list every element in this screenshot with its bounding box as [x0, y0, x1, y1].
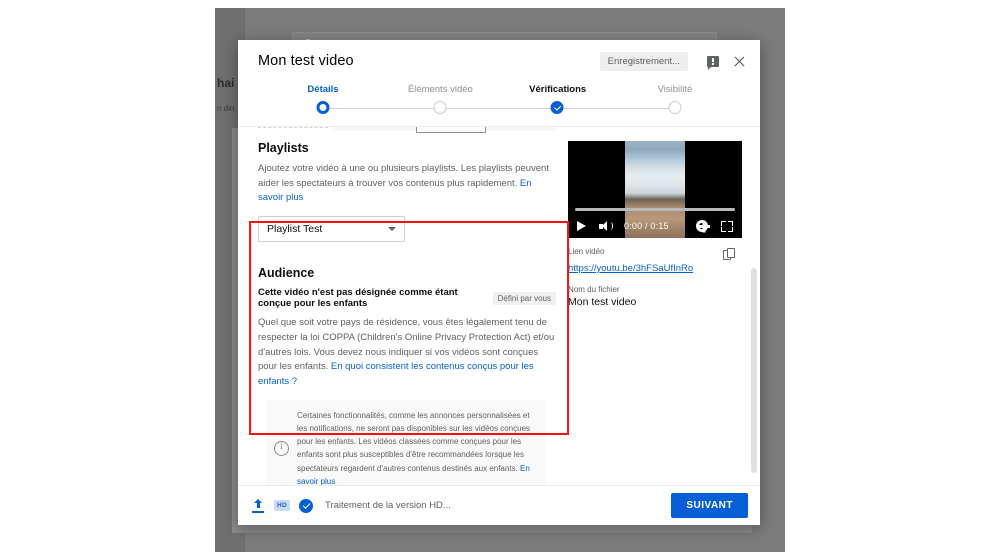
step-label-checks[interactable]: Vérifications [513, 84, 603, 95]
filename-label: Nom du fichier [568, 285, 620, 294]
upload-icon [252, 498, 265, 513]
playlist-select-value: Playlist Test [267, 223, 323, 236]
dialog-header: Mon test video Enregistrement... [238, 40, 760, 82]
playlists-description: Ajoutez votre vidéo à une ou plusieurs p… [258, 162, 556, 206]
video-link-value[interactable]: https://youtu.be/3hFSaUfInRo [568, 263, 693, 274]
audience-section: Audience Cette vidéo n'est pas désignée … [258, 266, 556, 485]
save-status-chip: Enregistrement... [599, 51, 688, 71]
filename-value: Mon test video [568, 296, 637, 308]
video-link-label: Lien vidéo [568, 247, 605, 256]
dialog-body: Playlists Ajoutez votre vidéo à une ou p… [238, 127, 760, 485]
audience-status-badge: Défini par vous [492, 291, 556, 305]
check-circle-icon [299, 498, 313, 513]
dialog-title: Mon test video [258, 53, 354, 69]
video-details-dialog: Mon test video Enregistrement... Détails… [238, 40, 760, 525]
background-sidebar-text-1: hai [217, 76, 235, 90]
stepper-track [316, 101, 682, 115]
feedback-icon [707, 55, 719, 70]
step-dot-checks[interactable] [550, 101, 564, 114]
hd-badge: HD [274, 500, 290, 511]
fullscreen-icon[interactable] [721, 220, 733, 232]
video-time-display: 0:00 / 0:15 [624, 221, 669, 231]
volume-icon[interactable] [599, 220, 613, 232]
chevron-down-icon [388, 227, 396, 232]
screenshot-root: hai n din Rechercher sur votre chaîne Mo… [0, 0, 1000, 560]
audience-title: Audience [258, 266, 315, 281]
playlists-title: Playlists [258, 141, 309, 155]
video-progress-bar[interactable] [575, 208, 735, 211]
video-meta-block: Lien vidéo https://youtu.be/3hFSaUfInRo … [568, 238, 742, 318]
next-button[interactable]: SUIVANT [671, 493, 748, 518]
audience-note-text: Certaines fonctionnalités, comme les ann… [297, 410, 531, 473]
video-preview-player[interactable]: 0:00 / 0:15 [568, 141, 742, 238]
video-controls: 0:00 / 0:15 [568, 214, 742, 238]
stepper-line [323, 107, 675, 109]
dialog-body-inner: Playlists Ajoutez votre vidéo à une ou p… [238, 127, 760, 485]
step-dot-video-elements[interactable] [433, 101, 447, 114]
dialog-footer: HD Traitement de la version HD... SUIVAN… [238, 485, 760, 525]
audience-info-note: Certaines fonctionnalités, comme les ann… [266, 399, 546, 485]
playlist-select[interactable]: Playlist Test [258, 216, 405, 243]
playlists-description-text: Ajoutez votre vidéo à une ou plusieurs p… [258, 163, 549, 189]
close-icon [733, 55, 746, 68]
step-label-visibility[interactable]: Visibilité [630, 84, 720, 95]
copy-icon[interactable] [723, 248, 736, 262]
audience-legal-text: Quel que soit votre pays de résidence, v… [258, 316, 556, 390]
background-sidebar-text-2: n din [217, 104, 235, 113]
processing-status-text: Traitement de la version HD... [325, 500, 451, 511]
body-scrollbar[interactable] [750, 127, 757, 485]
audience-status-row: Cette vidéo n'est pas désignée comme éta… [258, 287, 556, 309]
audience-note-paragraph: Certaines fonctionnalités, comme les ann… [297, 409, 537, 485]
step-label-details[interactable]: Détails [278, 84, 368, 95]
scrollbar-thumb[interactable] [751, 268, 757, 473]
step-label-video-elements[interactable]: Éléments vidéo [395, 84, 485, 95]
feedback-button[interactable] [702, 50, 724, 72]
preview-column: 0:00 / 0:15 Lien vidéo https://youtu.be/… [556, 127, 760, 485]
step-dot-visibility[interactable] [668, 101, 682, 114]
play-icon[interactable] [577, 221, 586, 231]
close-button[interactable] [728, 50, 750, 72]
info-icon [274, 440, 289, 456]
step-dot-details[interactable] [316, 101, 330, 114]
audience-status-text: Cette vidéo n'est pas désignée comme éta… [258, 287, 458, 310]
details-column: Playlists Ajoutez votre vidéo à une ou p… [238, 127, 556, 485]
gear-icon[interactable] [696, 220, 710, 232]
wizard-stepper: Détails Éléments vidéo Vérifications Vis… [238, 82, 760, 127]
clipped-scroll-row [238, 127, 556, 135]
stepper-labels: Détails Éléments vidéo Vérifications Vis… [278, 82, 720, 95]
